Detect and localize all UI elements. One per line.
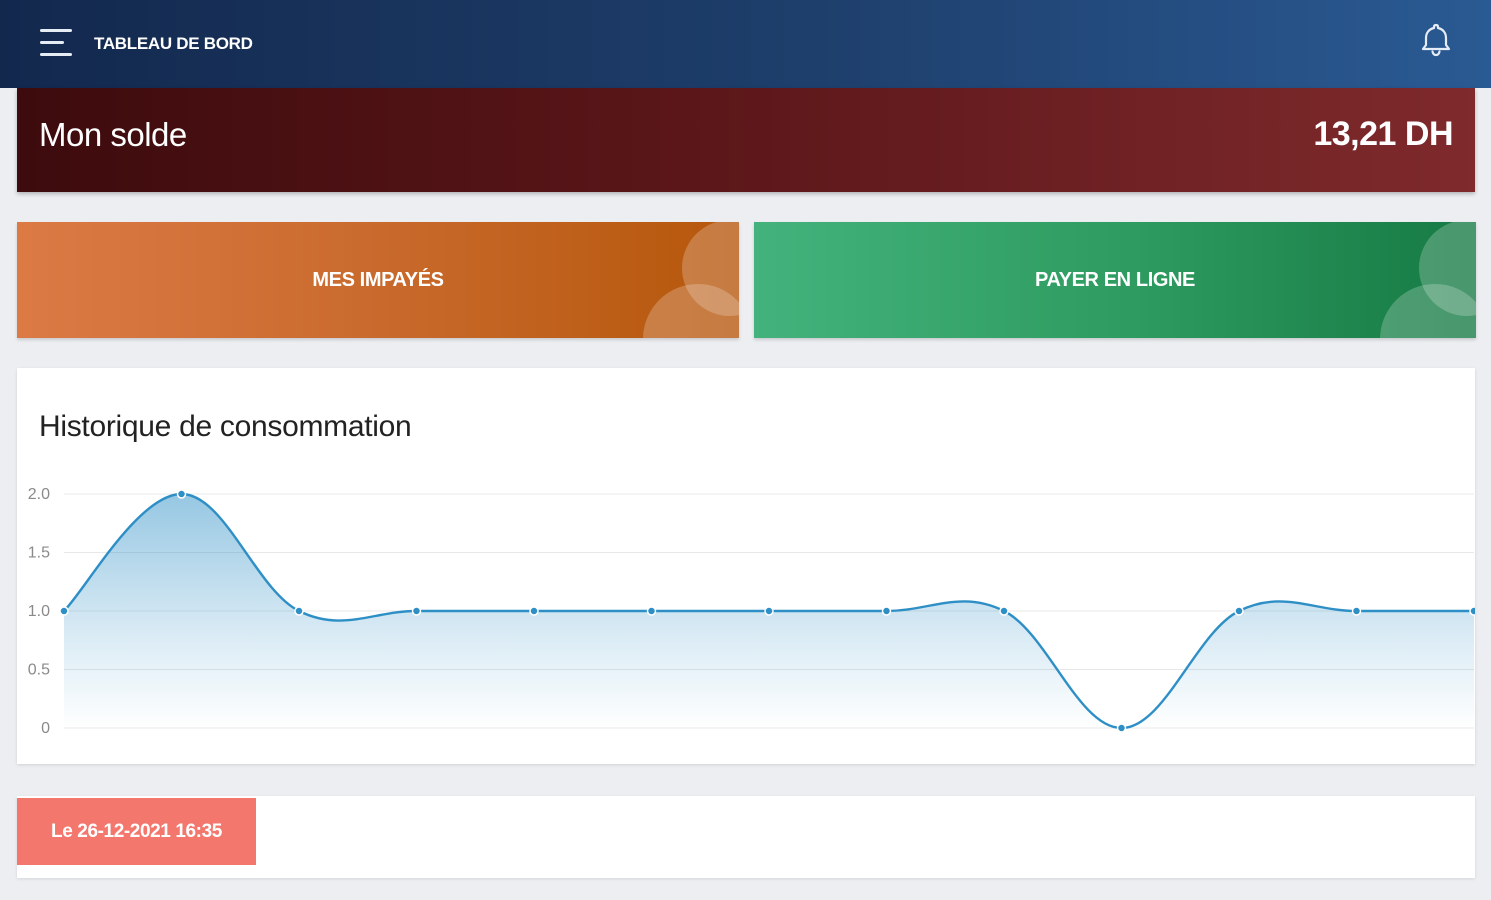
chart-point [59, 606, 69, 616]
page-title: TABLEAU DE BORD [94, 34, 253, 53]
last-update-badge: Le 26-12-2021 16:35 [17, 798, 256, 865]
consumption-chart: 0 0.5 1.0 1.5 2.0 [28, 486, 1475, 737]
chart-point [1469, 606, 1475, 616]
chart-point [1351, 606, 1362, 616]
y-axis-ticks: 0 0.5 1.0 1.5 2.0 [28, 486, 50, 737]
chart-point [294, 606, 304, 616]
y-tick-label: 2.0 [28, 486, 50, 503]
y-tick-label: 1.0 [28, 603, 50, 620]
payer-en-ligne-label: PAYER EN LIGNE [1035, 268, 1195, 291]
mes-impayes-label: MES IMPAYÉS [312, 268, 444, 291]
chart-point [646, 606, 657, 616]
chart-point [1116, 723, 1127, 733]
last-update-card: Le 26-12-2021 16:35 [17, 796, 1475, 878]
chart-point [881, 606, 892, 616]
menu-line [40, 53, 72, 56]
top-app-bar: TABLEAU DE BORD [0, 0, 1491, 88]
chart-point [411, 606, 422, 616]
bell-icon[interactable] [1416, 20, 1456, 60]
menu-line [40, 29, 72, 32]
mes-impayes-button[interactable]: MES IMPAYÉS [17, 222, 739, 338]
menu-line [40, 41, 64, 44]
consumption-chart-card: Historique de consommation 0 0.5 1.0 1.5 2.0 [17, 368, 1475, 764]
decorative-bubble [643, 284, 739, 338]
balance-card: Mon solde 13,21 DH [17, 88, 1475, 192]
bell-icon-graphic [1421, 23, 1451, 57]
decorative-bubble [1380, 284, 1476, 338]
chart-point [999, 606, 1009, 616]
payer-en-ligne-button[interactable]: PAYER EN LIGNE [754, 222, 1476, 338]
y-tick-label: 1.5 [28, 545, 50, 562]
chart-point [529, 606, 539, 616]
balance-label: Mon solde [39, 116, 187, 153]
chart-point [1234, 606, 1244, 616]
y-tick-label: 0.5 [28, 662, 50, 679]
hamburger-menu-icon[interactable] [38, 26, 76, 60]
y-tick-label: 0 [41, 720, 50, 737]
chart-point [176, 489, 187, 499]
chart-point [764, 606, 774, 616]
balance-value: 13,21 DH [1313, 115, 1453, 153]
